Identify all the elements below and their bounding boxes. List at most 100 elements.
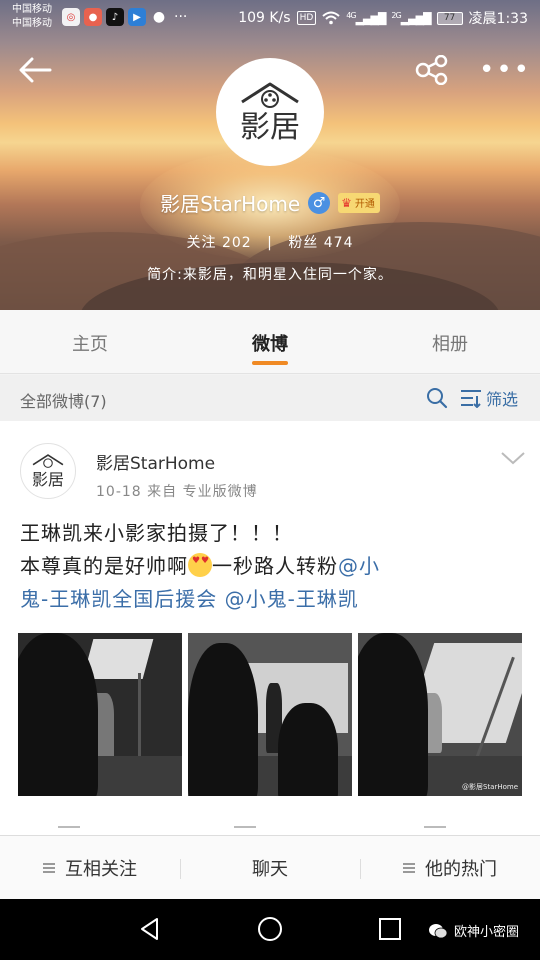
square-recent-icon <box>379 918 401 940</box>
foreground-silhouette <box>188 643 258 796</box>
post-photo[interactable]: @影居StarHome <box>358 633 522 796</box>
logo-text: 影居 <box>31 470 64 489</box>
follow-stats: 关注 202 | 粉丝 474 <box>0 232 540 252</box>
post-text-segment: 本尊真的是好帅啊 <box>20 554 188 578</box>
profile-name-row: 影居StarHome ♂ ♛ 开通 <box>0 188 540 217</box>
clock: 凌晨1:33 <box>468 11 528 27</box>
net-speed: 109 K/s <box>238 10 291 26</box>
back-button[interactable] <box>14 50 56 90</box>
battery-icon: 77 <box>436 11 463 25</box>
post-line-2: 本尊真的是好帅啊 一秒路人转粉@小 <box>20 550 525 583</box>
following-link[interactable]: 关注 202 <box>187 235 252 251</box>
triangle-back-icon <box>141 918 158 940</box>
more-dots-icon: ••• <box>479 55 532 85</box>
tab-album[interactable]: 相册 <box>360 310 540 373</box>
search-icon[interactable] <box>426 387 448 409</box>
mutual-follow-label: 互相关注 <box>65 858 137 880</box>
hd-icon: HD <box>296 11 317 25</box>
system-nav-bar: 欧神小密圈 <box>0 899 540 960</box>
tiktok-icon: ♪ <box>106 8 124 26</box>
more-notifications-icon: ··· <box>174 9 188 25</box>
chat-label: 聊天 <box>252 858 288 880</box>
filter-icon <box>461 390 481 408</box>
followers-label: 粉丝 <box>288 235 319 251</box>
chat-button[interactable]: 聊天 <box>180 855 360 881</box>
menu-icon <box>43 862 55 873</box>
post-text-segment: 一秒路人转粉 <box>212 554 338 578</box>
stats-separator: | <box>267 235 273 251</box>
status-bar: 中国移动 中国移动 ◎ ● ♪ ▶ ● ··· 109 K/s HD 4G▂▄▆… <box>0 0 540 36</box>
post-photos: @影居StarHome <box>18 633 522 796</box>
profile-name: 影居StarHome <box>160 192 301 216</box>
nav-back-button[interactable] <box>130 911 170 947</box>
message-icon: ● <box>152 9 166 25</box>
post-text: 王琳凯来小影家拍摄了！！！ 本尊真的是好帅啊 一秒路人转粉@小 鬼-王琳凯全国后援… <box>20 517 525 616</box>
signal-type-1: 4G <box>346 10 356 20</box>
app-notification-icon: ◎ <box>62 8 80 26</box>
video-app-icon: ▶ <box>128 8 146 26</box>
carrier-2: 中国移动 <box>12 18 52 29</box>
bottom-action-bar: 互相关注 聊天 他的热门 <box>0 835 540 899</box>
crown-icon: ♛ <box>341 195 352 210</box>
all-posts-count[interactable]: 全部微博(7) <box>20 388 107 412</box>
his-hot-button[interactable]: 他的热门 <box>360 855 540 881</box>
post-line-1: 王琳凯来小影家拍摄了！！！ <box>20 521 293 545</box>
mention-link[interactable]: @小鬼-王琳凯 <box>225 587 359 611</box>
watermark-brand: 欧神小密圈 <box>454 925 520 940</box>
heart-eyes-emoji-icon <box>188 553 212 577</box>
profile-bio: 简介:来影居，和明星入住同一个家。 <box>147 267 393 283</box>
male-icon: ♂ <box>308 191 331 214</box>
share-button[interactable] <box>412 50 452 90</box>
app-notification-icon: ● <box>84 8 102 26</box>
tab-home[interactable]: 主页 <box>0 310 180 373</box>
signal-type-2: 2G <box>391 10 401 20</box>
vip-label: 开通 <box>354 199 375 210</box>
chevron-down-icon[interactable] <box>500 449 526 467</box>
notification-icons: ◎ ● ♪ ▶ ● ··· <box>62 8 187 26</box>
comment-icon[interactable] <box>234 826 256 832</box>
mutual-follow-button[interactable]: 互相关注 <box>0 855 180 881</box>
post-line-3: 鬼-王琳凯全国后援会 @小鬼-王琳凯 <box>20 583 525 616</box>
carrier-1: 中国移动 <box>12 4 52 15</box>
post-avatar[interactable]: 影居 <box>20 443 76 499</box>
menu-icon <box>403 862 415 873</box>
nav-home-button[interactable] <box>250 911 290 947</box>
house-logo-icon <box>32 454 64 468</box>
post-photo[interactable] <box>18 633 182 796</box>
signal-icon: 2G▂▄▆█ <box>391 10 431 26</box>
house-logo-icon <box>241 82 299 108</box>
post-author[interactable]: 影居StarHome <box>96 449 215 474</box>
post-photo[interactable] <box>188 633 352 796</box>
more-options-button[interactable]: ••• <box>479 50 529 90</box>
wechat-icon <box>429 923 448 938</box>
wifi-icon <box>322 11 340 25</box>
repost-icon[interactable] <box>58 826 80 832</box>
photo-watermark: @影居StarHome <box>461 783 518 791</box>
signal-icon: 4G▂▄▆█ <box>346 10 386 26</box>
profile-avatar[interactable]: 影居 <box>216 58 324 166</box>
filter-button[interactable]: 筛选 <box>460 386 518 410</box>
carrier-info: 中国移动 中国移动 <box>12 3 52 31</box>
filter-label: 筛选 <box>486 390 519 409</box>
followers-count: 474 <box>323 235 354 251</box>
status-right: 109 K/s HD 4G▂▄▆█ 2G▂▄▆█ 77 凌晨1:33 <box>238 8 528 28</box>
foreground-silhouette <box>278 703 338 796</box>
like-icon[interactable] <box>424 826 446 832</box>
wechat-watermark: 欧神小密圈 <box>428 921 519 940</box>
vip-badge[interactable]: ♛ 开通 <box>338 192 380 213</box>
foreground-silhouette <box>358 633 428 796</box>
nav-recent-button[interactable] <box>370 911 410 947</box>
profile-tabs: 主页 微博 相册 <box>0 310 540 374</box>
filter-bar: 全部微博(7) 筛选 <box>0 375 540 421</box>
mention-link[interactable]: 鬼-王琳凯全国后援会 <box>20 587 217 611</box>
following-count: 202 <box>221 235 252 251</box>
followers-link[interactable]: 粉丝 474 <box>288 235 353 251</box>
share-icon <box>415 55 448 85</box>
back-arrow-icon <box>19 57 52 83</box>
circle-home-icon <box>258 917 282 941</box>
post-card[interactable]: 影居 影居StarHome 10-18 来自 专业版微博 王琳凯来小影家拍摄了！… <box>0 421 540 835</box>
mention-link[interactable]: @小 <box>338 554 380 578</box>
post-meta: 10-18 来自 专业版微博 <box>96 484 258 500</box>
foreground-silhouette <box>18 633 98 796</box>
tab-weibo[interactable]: 微博 <box>180 310 360 373</box>
